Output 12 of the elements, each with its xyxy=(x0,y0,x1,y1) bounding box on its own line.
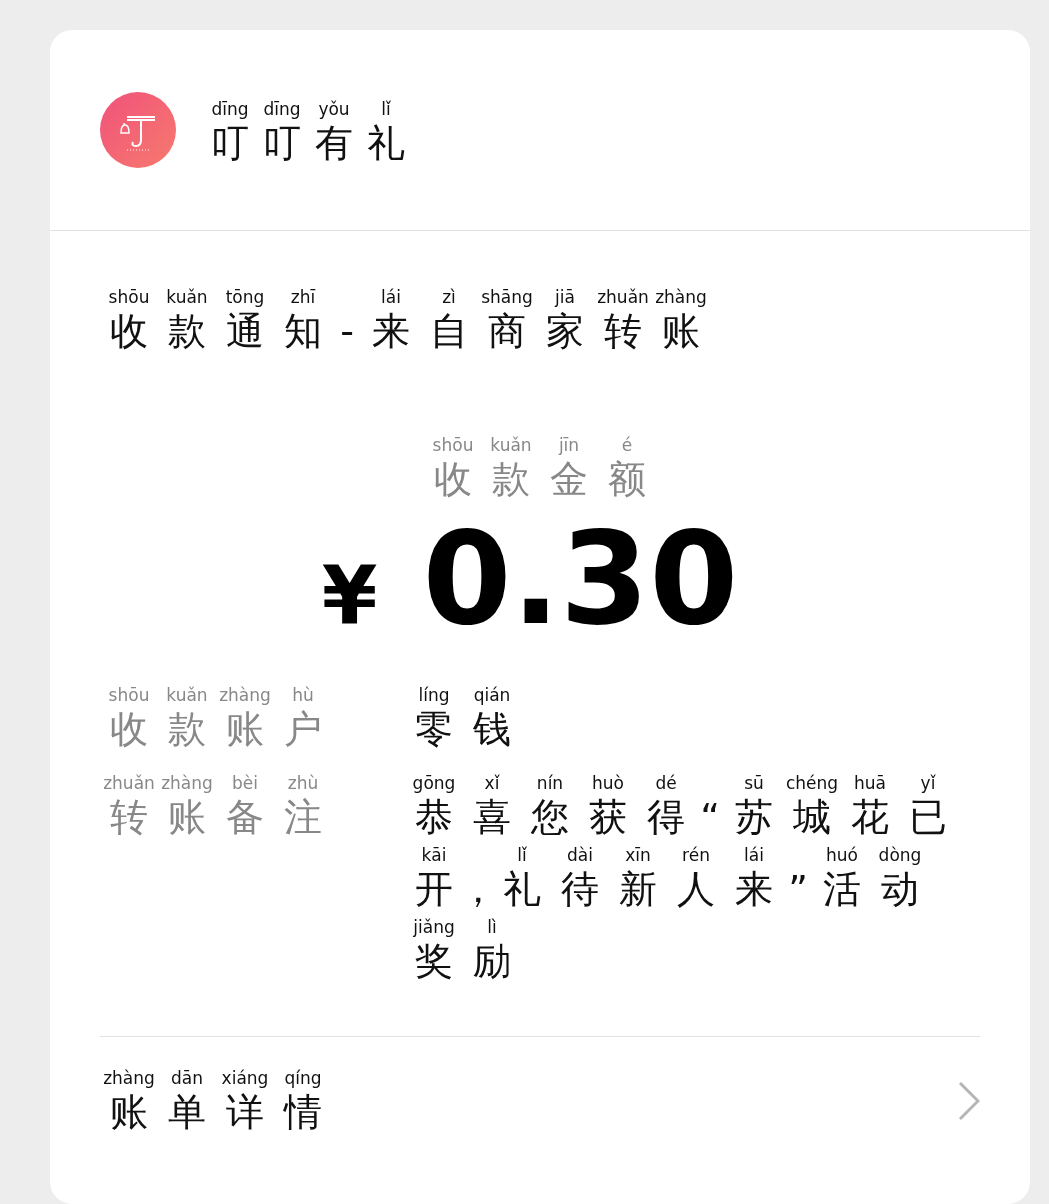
detail-value: líng 零 qián 钱 xyxy=(414,684,512,752)
bill-details-link[interactable]: zhàng 账 dān 单 xiáng 详 qíng 情 xyxy=(100,1067,332,1135)
notification-title: shōu 收 kuǎn 款 tōng 通 zhī 知 - lái 来 zì 自 shāng 商 jiā 家 zhuǎn 转 zhàng 账 xyxy=(107,286,708,354)
detail-label: shōu 收 kuǎn 款 zhàng 账 hù 户 xyxy=(107,684,323,752)
detail-value: gōng 恭 xǐ 喜 nín 您 huò 获 dé 得 “ sū 苏 chéng 城 huā 花 yǐ 已 kāi 开， lǐ 礼 dài 待 xīn 新 rén 人 lái 来 ” huó 活 dòng 动 jiǎng 奖 lì 励 xyxy=(411,772,948,984)
amount-value: 0.30 xyxy=(422,514,739,644)
logo-icon xyxy=(100,92,176,168)
amount-label: shōu 收 kuǎn 款 jīn 金 é 额 xyxy=(431,434,647,502)
chevron-right-icon[interactable] xyxy=(958,1081,980,1121)
detail-label: zhuǎn 转 zhàng 账 bèi 备 zhù 注 xyxy=(102,772,323,840)
app-name: dīng 叮 dīng 叮 yǒu 有 lǐ 礼 xyxy=(210,98,406,166)
currency-symbol: ¥ xyxy=(321,549,378,642)
